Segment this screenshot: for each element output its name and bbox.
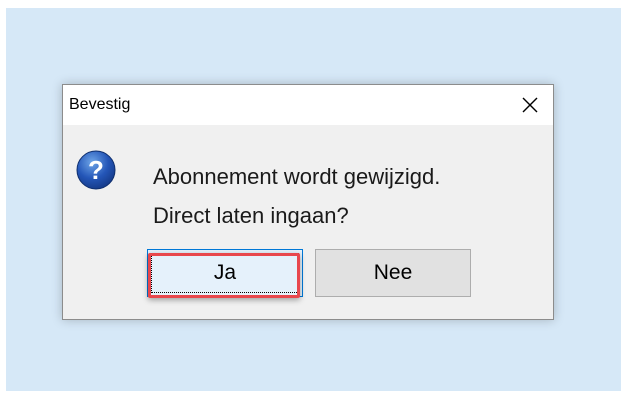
dialog-message: Abonnement wordt gewijzigd. Direct laten… (153, 157, 440, 235)
close-icon[interactable] (517, 92, 543, 118)
no-button-label: Nee (373, 261, 413, 284)
title-bar: Bevestig (63, 85, 553, 125)
message-line-2: Direct laten ingaan? (153, 203, 349, 228)
yes-button[interactable]: Ja (147, 249, 303, 297)
question-icon: ? (75, 149, 117, 191)
dialog-title: Bevestig (69, 96, 131, 113)
no-button[interactable]: Nee (315, 249, 471, 297)
confirm-dialog: Bevestig ? Abonnement wordt gewijzigd. D… (62, 84, 554, 320)
yes-button-label: Ja (213, 261, 237, 284)
svg-text:?: ? (88, 155, 104, 185)
message-line-1: Abonnement wordt gewijzigd. (153, 164, 441, 189)
